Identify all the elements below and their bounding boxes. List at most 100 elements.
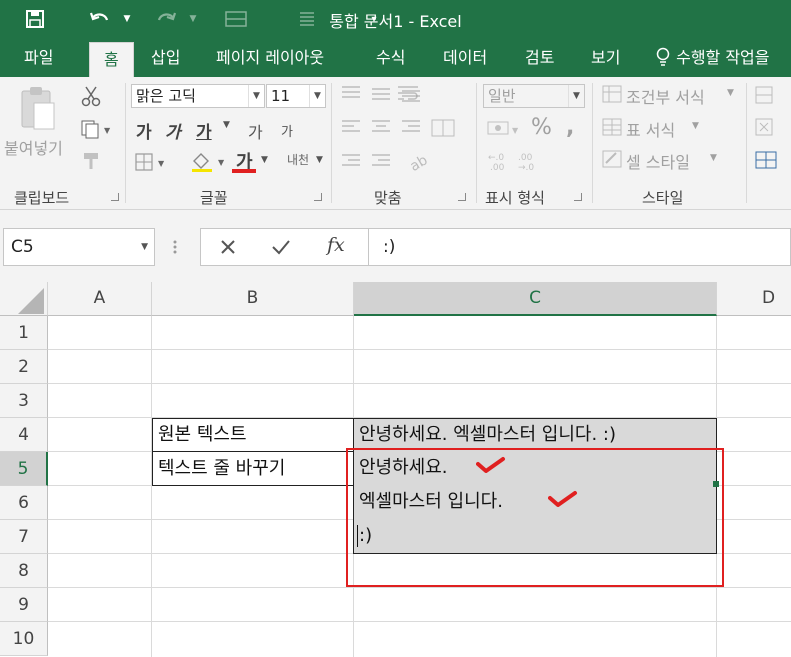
clipboard-launcher-icon[interactable] — [111, 193, 119, 201]
chevron-down-icon[interactable]: ▼ — [710, 153, 717, 163]
grow-font-button[interactable]: 가 — [248, 119, 263, 143]
alignment-launcher-icon[interactable] — [458, 193, 466, 201]
group-separator — [331, 83, 332, 203]
row-header-2[interactable]: 2 — [0, 350, 48, 384]
gridline — [717, 485, 791, 486]
enter-icon[interactable] — [271, 238, 291, 260]
delete-cells-icon[interactable] — [754, 117, 776, 141]
gridline — [48, 621, 791, 622]
cell-b5[interactable]: 텍스트 줄 바꾸기 — [152, 451, 354, 486]
title-bar: ▼ ▼ ▾ 통합 문서1 - Excel — [0, 0, 791, 38]
more-icon[interactable] — [172, 239, 178, 259]
column-header-b[interactable]: B — [152, 282, 354, 316]
phonetic-dropdown-icon[interactable]: ▼ — [316, 155, 323, 165]
chevron-down-icon[interactable]: ▼ — [727, 88, 734, 98]
format-as-table-icon[interactable] — [601, 117, 623, 141]
worksheet-grid[interactable]: A B C D 1 2 3 4 5 6 7 8 9 10 원본 텍스트 안녕하세… — [0, 282, 791, 657]
tab-view[interactable]: 보기 — [591, 38, 620, 77]
select-all-corner[interactable] — [0, 282, 48, 316]
tab-formulas[interactable]: 수식 — [376, 38, 405, 77]
gridline — [151, 316, 152, 657]
cell-styles-icon[interactable] — [601, 149, 623, 173]
format-painter-icon[interactable] — [82, 151, 104, 175]
column-header-c[interactable]: C — [354, 282, 717, 316]
wrap-text-icon[interactable] — [396, 83, 422, 109]
font-name-combo[interactable]: 맑은 고딕 ▼ — [131, 84, 265, 108]
name-box[interactable]: C5 ▼ — [3, 228, 155, 266]
orientation-icon[interactable]: ab — [407, 151, 438, 177]
row-header-3[interactable]: 3 — [0, 384, 48, 418]
copy-icon[interactable]: ▼ — [80, 119, 112, 143]
group-separator — [746, 83, 747, 203]
ribbon-home: 붙여넣기 ▼ 클립보드 맑은 고딕 ▼ 11 ▼ 가 가 가 ▼ 가 가 ▼ ▼… — [0, 77, 791, 210]
svg-text:→.0: →.0 — [518, 163, 534, 173]
borders-icon[interactable]: ▼ — [134, 152, 168, 176]
row-header-5[interactable]: 5 — [0, 452, 48, 486]
paste-icon[interactable] — [18, 85, 58, 139]
underline-button[interactable]: 가 — [196, 118, 212, 143]
tab-file[interactable]: 파일 — [24, 38, 53, 77]
format-cells-icon[interactable] — [754, 149, 780, 175]
font-group-label: 글꼴 — [200, 189, 228, 207]
underline-dropdown-icon[interactable]: ▼ — [223, 120, 230, 130]
row-header-1[interactable]: 1 — [0, 316, 48, 350]
svg-text:▼: ▼ — [158, 159, 165, 168]
row-header-9[interactable]: 9 — [0, 588, 48, 622]
column-header-d[interactable]: D — [717, 282, 791, 316]
bold-button[interactable]: 가 — [136, 118, 152, 143]
cell-b4[interactable]: 원본 텍스트 — [152, 418, 354, 452]
font-color-dropdown-icon[interactable]: ▼ — [261, 155, 268, 165]
gridline — [717, 553, 791, 554]
merge-center-icon[interactable] — [430, 117, 458, 143]
cell-c4[interactable]: 안녕하세요. 엑셀마스터 입니다. :) — [353, 418, 717, 452]
conditional-formatting-icon[interactable] — [601, 84, 623, 108]
row-header-10[interactable]: 10 — [0, 622, 48, 656]
row-header-7[interactable]: 7 — [0, 520, 48, 554]
phonetic-button[interactable]: 내천 — [287, 151, 309, 168]
insert-function-button[interactable]: fx — [327, 234, 345, 256]
column-header-a[interactable]: A — [48, 282, 152, 316]
row-header-4[interactable]: 4 — [0, 418, 48, 452]
row-header-8[interactable]: 8 — [0, 554, 48, 588]
cell-styles-button[interactable]: 셀 스타일 — [626, 149, 690, 173]
insert-cells-icon[interactable] — [754, 85, 776, 109]
comma-button[interactable]: , — [566, 115, 574, 140]
fill-color-icon[interactable]: ▼ — [190, 151, 228, 177]
number-format-value: 일반 — [488, 87, 516, 105]
group-separator — [476, 83, 477, 203]
lightbulb-icon — [655, 47, 676, 67]
increase-decimal-icon[interactable]: ←.0.00.00 →.0 — [486, 151, 546, 177]
format-as-table-button[interactable]: 표 서식 — [626, 117, 675, 141]
tell-me-search[interactable]: 수행할 작업을 — [655, 38, 770, 77]
tab-data[interactable]: 데이터 — [443, 38, 487, 77]
cancel-icon[interactable] — [219, 238, 237, 260]
chevron-down-icon[interactable]: ▼ — [692, 121, 699, 131]
font-launcher-icon[interactable] — [314, 193, 322, 201]
tell-me-text: 수행할 작업을 — [676, 48, 770, 67]
formula-input[interactable]: :) — [368, 228, 791, 266]
tab-insert[interactable]: 삽입 — [151, 38, 180, 77]
tab-home[interactable]: 홈 — [89, 42, 134, 77]
window-title: 통합 문서1 - Excel — [329, 12, 462, 31]
cut-icon[interactable] — [80, 85, 102, 111]
svg-text:←.0: ←.0 — [488, 153, 504, 163]
tab-review[interactable]: 검토 — [525, 38, 554, 77]
number-format-combo[interactable]: 일반 ▼ — [483, 84, 585, 108]
font-size-combo[interactable]: 11 ▼ — [266, 84, 326, 108]
number-launcher-icon[interactable] — [574, 193, 582, 201]
row-header-6[interactable]: 6 — [0, 486, 48, 520]
italic-button[interactable]: 가 — [165, 118, 181, 143]
highlight-box — [346, 448, 724, 587]
conditional-formatting-button[interactable]: 조건부 서식 — [626, 84, 705, 108]
tab-page-layout[interactable]: 페이지 레이아웃 — [216, 38, 324, 77]
percent-button[interactable]: % — [531, 115, 552, 140]
formula-bar: C5 ▼ fx :) — [0, 210, 791, 282]
svg-text:▼: ▼ — [104, 126, 111, 135]
paste-button-label[interactable]: 붙여넣기 — [4, 135, 63, 159]
accounting-format-icon[interactable]: ▼ — [486, 119, 522, 143]
chevron-down-icon: ▼ — [141, 242, 148, 252]
indent-icon[interactable] — [340, 151, 400, 177]
left-align-icon[interactable] — [340, 117, 430, 143]
chevron-down-icon: ▼ — [309, 85, 325, 107]
shrink-font-button[interactable]: 가 — [281, 121, 293, 140]
